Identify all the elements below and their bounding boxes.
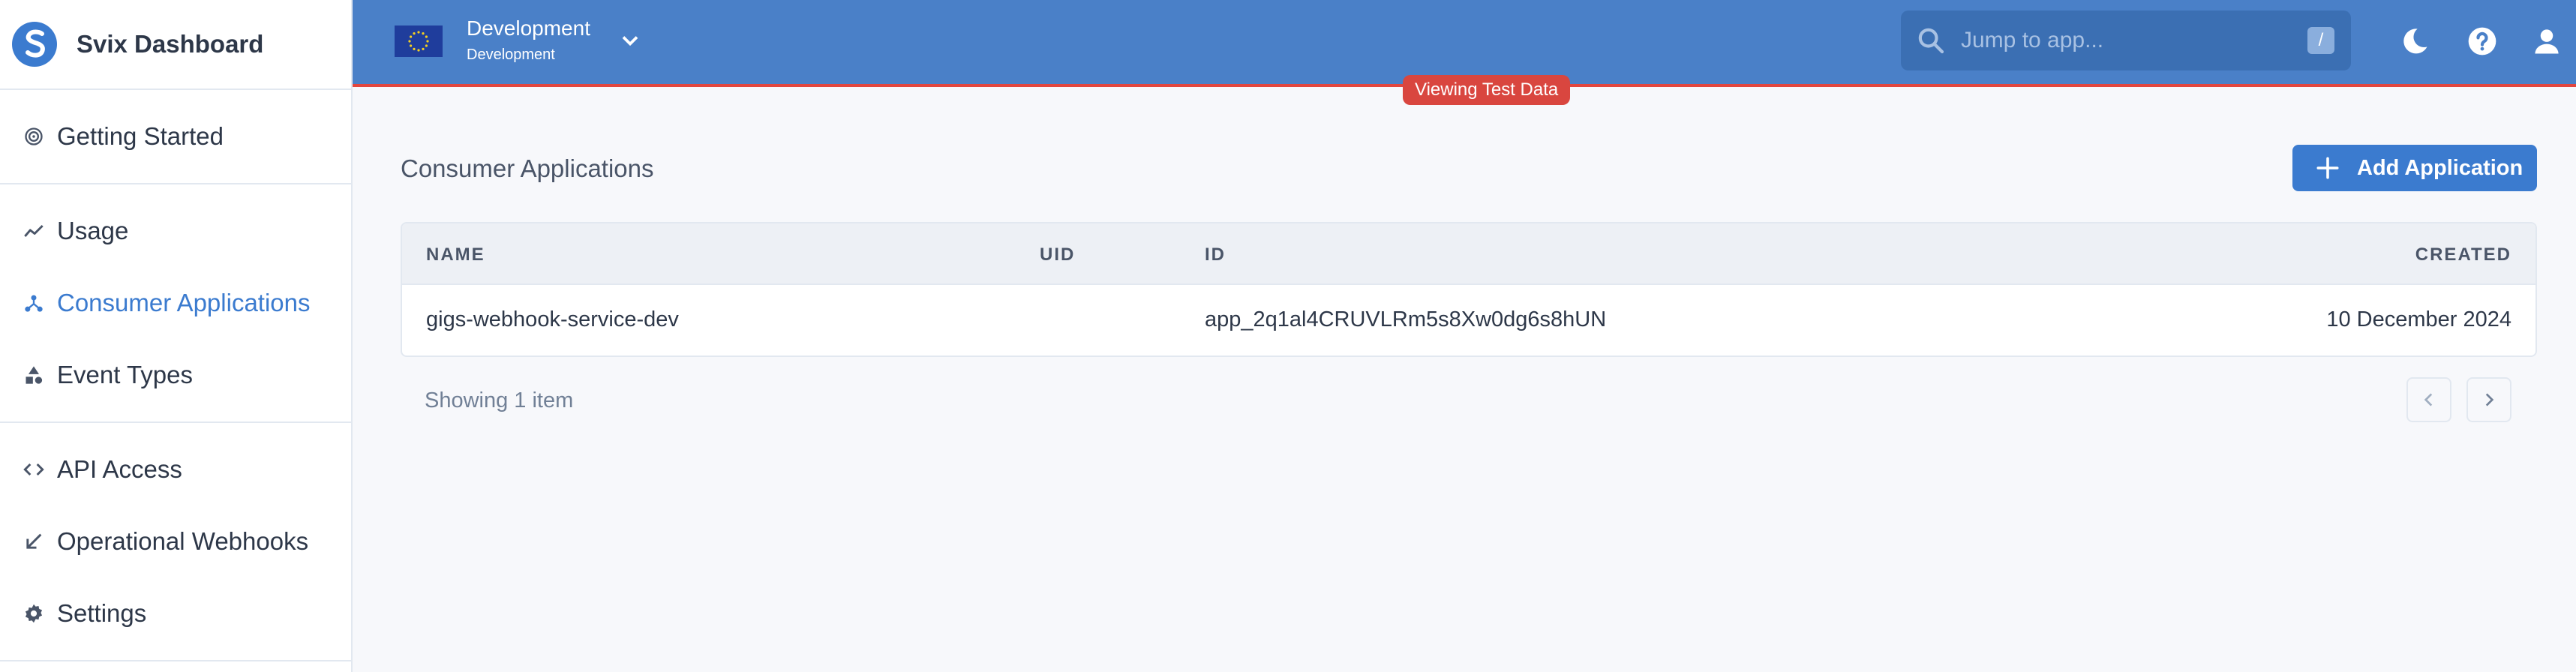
add-application-button[interactable]: Add Application	[2292, 145, 2537, 191]
trend-icon	[23, 220, 45, 242]
test-data-badge: Viewing Test Data	[1403, 75, 1571, 105]
moon-icon	[2403, 28, 2427, 54]
sidebar-item-usage[interactable]: Usage	[0, 195, 351, 267]
applications-table: NAME UID ID CREATED gigs-webhook-service…	[401, 222, 2537, 357]
chevron-down-icon[interactable]	[617, 27, 644, 54]
previous-page-button[interactable]	[2406, 377, 2451, 422]
column-header-name[interactable]: NAME	[426, 244, 485, 266]
sidebar-item-consumer-applications[interactable]: Consumer Applications	[0, 267, 351, 339]
apps-icon	[23, 292, 45, 314]
nav-group-settings: API Access Operational Webhooks Settings	[0, 423, 351, 662]
cell-name: gigs-webhook-service-dev	[426, 308, 679, 332]
shapes-icon	[23, 364, 45, 386]
sidebar: Svix Dashboard Getting Started Usage Con…	[0, 0, 353, 672]
column-header-uid[interactable]: UID	[1040, 244, 1075, 266]
column-header-id[interactable]: ID	[1205, 244, 1226, 266]
chevron-right-icon	[2485, 393, 2494, 406]
sidebar-item-event-types[interactable]: Event Types	[0, 339, 351, 411]
user-icon	[2535, 29, 2559, 54]
brand-title: Svix Dashboard	[77, 30, 264, 58]
next-page-button[interactable]	[2466, 377, 2511, 422]
column-header-created[interactable]: CREATED	[2415, 244, 2511, 266]
sidebar-item-settings[interactable]: Settings	[0, 578, 351, 650]
target-icon	[23, 125, 45, 148]
help-button[interactable]	[2463, 22, 2501, 60]
sidebar-item-label: Operational Webhooks	[57, 527, 309, 555]
cell-id: app_2q1al4CRUVLRm5s8Xw0dg6s8hUN	[1205, 308, 1607, 332]
sidebar-item-label: Getting Started	[57, 122, 224, 150]
chevron-left-icon	[2424, 393, 2433, 406]
environment-subtitle: Development	[467, 46, 555, 63]
search-icon	[1918, 28, 1944, 54]
nav-group-start: Getting Started	[0, 90, 351, 184]
user-menu-button[interactable]	[2528, 22, 2565, 60]
brand[interactable]: Svix Dashboard	[0, 0, 351, 90]
sidebar-item-label: Settings	[57, 599, 147, 627]
sidebar-item-getting-started[interactable]: Getting Started	[0, 100, 351, 172]
topbar: Development Development /	[353, 0, 2576, 87]
gear-icon	[23, 602, 45, 625]
arrow-down-left-icon	[23, 530, 45, 553]
sidebar-item-label: Usage	[57, 217, 129, 244]
search-shortcut-key: /	[2307, 27, 2334, 54]
svix-logo-icon	[12, 22, 57, 67]
sidebar-item-label: Event Types	[57, 361, 194, 388]
pagination-summary: Showing 1 item	[425, 388, 574, 412]
search-input[interactable]	[1961, 21, 2276, 60]
add-application-label: Add Application	[2357, 155, 2523, 180]
table-header: NAME UID ID CREATED	[402, 224, 2535, 285]
sidebar-item-api-access[interactable]: API Access	[0, 434, 351, 506]
sidebar-item-operational-webhooks[interactable]: Operational Webhooks	[0, 506, 351, 578]
sidebar-item-label: API Access	[57, 455, 182, 483]
plus-icon	[2316, 157, 2339, 179]
table-row[interactable]: gigs-webhook-service-dev app_2q1al4CRUVL…	[402, 285, 2535, 356]
search-box[interactable]: /	[1901, 10, 2351, 70]
page-title: Consumer Applications	[401, 154, 654, 182]
cell-created: 10 December 2024	[2326, 308, 2511, 332]
nav-group-main: Usage Consumer Applications Event Types	[0, 184, 351, 423]
environment-name[interactable]: Development	[467, 16, 590, 40]
sidebar-item-label: Consumer Applications	[57, 289, 311, 316]
code-icon	[23, 458, 45, 481]
eu-flag-icon	[395, 26, 443, 57]
dark-mode-toggle[interactable]	[2396, 22, 2433, 60]
help-icon	[2468, 27, 2496, 56]
